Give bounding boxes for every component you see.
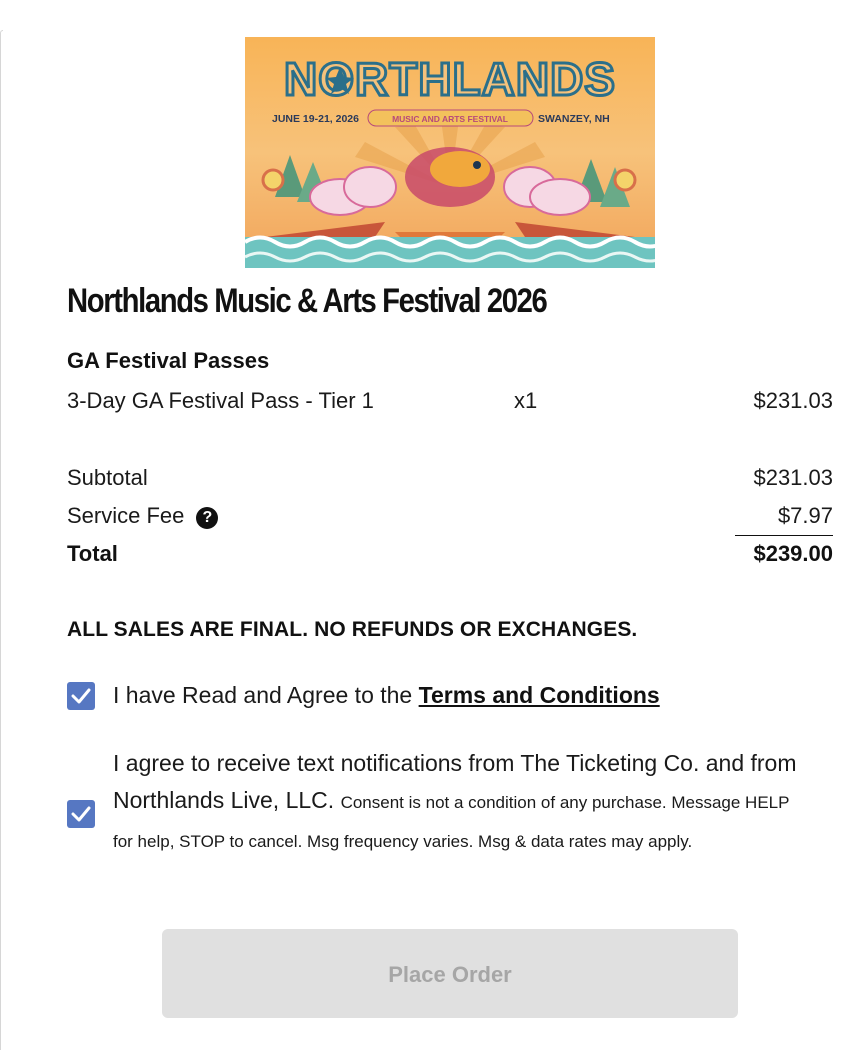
banner-dates: JUNE 19-21, 2026: [272, 113, 359, 125]
checkmark-icon: [71, 806, 91, 822]
panel-edge: [0, 30, 3, 1050]
total-value: $239.00: [753, 541, 833, 566]
line-item-quantity: x1: [514, 388, 538, 413]
event-title: Northlands Music & Arts Festival 2026: [67, 282, 548, 320]
line-item-name: 3-Day GA Festival Pass - Tier 1: [67, 388, 374, 413]
terms-checkbox[interactable]: [67, 682, 95, 710]
banner-tagline: MUSIC AND ARTS FESTIVAL: [392, 114, 508, 124]
service-fee-row: Service Fee? $7.97: [67, 503, 833, 536]
total-row: Total $239.00: [67, 541, 833, 571]
ticket-section-title: GA Festival Passes: [67, 348, 270, 373]
total-label: Total: [67, 541, 118, 566]
line-item-price: $231.03: [753, 388, 833, 413]
sales-final-notice: ALL SALES ARE FINAL. NO REFUNDS OR EXCHA…: [67, 618, 638, 641]
line-item-row: 3-Day GA Festival Pass - Tier 1 x1 $231.…: [67, 388, 833, 418]
terms-and-conditions-link[interactable]: Terms and Conditions: [419, 682, 660, 708]
service-fee-value: $7.97: [777, 503, 833, 528]
terms-consent-text: I have Read and Agree to the Terms and C…: [113, 682, 660, 709]
place-order-button[interactable]: Place Order: [162, 929, 738, 1018]
question-circle-icon[interactable]: ?: [196, 507, 219, 529]
service-fee-label: Service Fee: [67, 503, 185, 528]
terms-prefix: I have Read and Agree to the: [113, 682, 419, 708]
checkmark-icon: [71, 688, 91, 704]
banner-location: SWANZEY, NH: [538, 113, 610, 125]
sms-consent-checkbox[interactable]: [67, 800, 95, 828]
festival-artwork: NORTHLANDS JUNE 19-21, 2026 MUSIC AND AR…: [245, 37, 655, 268]
festival-banner-image: NORTHLANDS JUNE 19-21, 2026 MUSIC AND AR…: [245, 37, 655, 268]
subtotal-row: Subtotal $231.03: [67, 465, 833, 495]
subtotal-value: $231.03: [753, 465, 833, 490]
subtotal-label: Subtotal: [67, 465, 148, 490]
sms-consent-text: I agree to receive text notifications fr…: [113, 745, 813, 860]
total-divider: [735, 535, 833, 536]
